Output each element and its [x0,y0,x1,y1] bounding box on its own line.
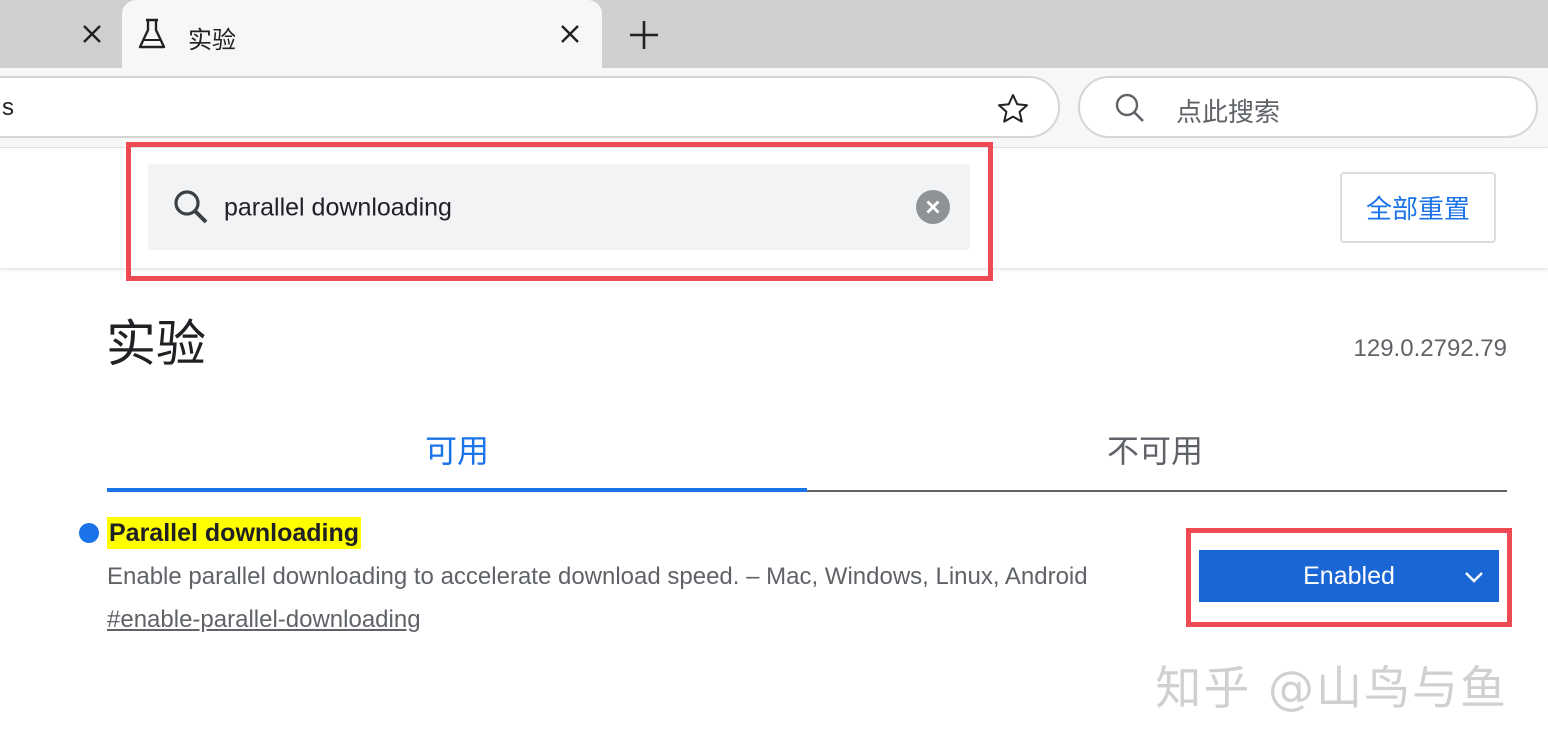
tab-strip: 实验 [0,0,1548,68]
experiment-link[interactable]: #enable-parallel-downloading [107,606,421,634]
close-icon[interactable] [78,20,106,48]
tab-active[interactable]: 实验 [122,0,602,68]
address-bar[interactable]: s [0,76,1060,138]
search-placeholder: 点此搜索 [1176,97,1281,127]
version-label: 129.0.2792.79 [1353,335,1507,362]
tab-available[interactable]: 可用 [425,426,489,472]
address-text: s [2,94,14,121]
reset-all-button[interactable]: 全部重置 [1340,172,1496,243]
watermark: 知乎 @山鸟与鱼 [1155,661,1508,715]
close-icon[interactable] [556,20,584,48]
highlight-box-select [1186,528,1512,627]
tab-previous[interactable] [0,0,120,68]
beaker-icon [138,18,166,50]
plus-icon [630,21,658,49]
modified-dot [79,523,99,543]
page-title: 实验 [106,316,206,372]
new-tab-button[interactable] [626,17,662,53]
tab-unavailable[interactable]: 不可用 [1107,426,1203,472]
highlight-box-search [126,142,993,281]
tab-title: 实验 [188,27,236,54]
flags-tabs: 可用 不可用 [107,400,1507,492]
tab-indicator [107,488,807,492]
web-search-box[interactable]: 点此搜索 [1078,76,1538,138]
star-icon[interactable] [996,92,1030,126]
experiment-name: Parallel downloading [107,517,362,549]
toolbar: s 点此搜索 [0,68,1548,148]
experiment-description: Enable parallel downloading to accelerat… [107,563,1088,590]
search-icon [1114,92,1146,124]
